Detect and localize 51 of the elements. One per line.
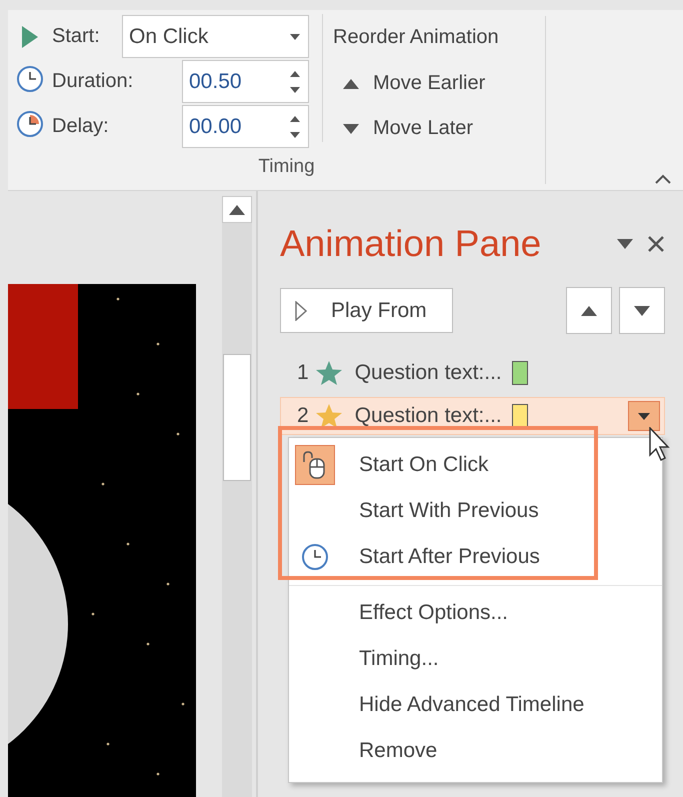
- collapse-ribbon-icon[interactable]: [655, 174, 671, 184]
- play-from-button[interactable]: Play From: [280, 288, 453, 333]
- item-number: 2: [297, 404, 309, 428]
- timeline-bar: [512, 361, 528, 385]
- animation-item[interactable]: 1 Question text:...: [280, 354, 665, 392]
- menu-item[interactable]: Hide Advanced Timeline: [289, 682, 662, 728]
- menu-item[interactable]: Timing...: [289, 636, 662, 682]
- up-triangle-icon: [229, 204, 245, 214]
- menu-item[interactable]: Start With Previous: [289, 488, 662, 534]
- menu-item[interactable]: Remove: [289, 728, 662, 774]
- pane-title: Animation Pane: [280, 223, 542, 265]
- move-later-button[interactable]: Move Later: [333, 106, 499, 151]
- pane-options-icon[interactable]: [617, 239, 633, 249]
- up-triangle-icon: [343, 78, 359, 88]
- start-label: Start:: [52, 25, 101, 48]
- spinner-arrows-icon: [290, 68, 300, 94]
- up-triangle-icon: [581, 306, 597, 316]
- item-label: Question text:...: [354, 404, 502, 428]
- star-icon: [314, 360, 343, 386]
- close-icon[interactable]: [647, 235, 665, 253]
- menu-item[interactable]: Start After Previous: [289, 534, 662, 580]
- clock-icon: [16, 65, 44, 93]
- animation-item[interactable]: 2 Question text:...: [280, 397, 665, 435]
- play-icon: [295, 300, 307, 320]
- group-label: Timing: [257, 156, 316, 178]
- spinner-arrows-icon: [290, 114, 300, 140]
- duration-field[interactable]: 00.50: [182, 60, 309, 103]
- clock-icon: [301, 543, 329, 571]
- delay-clock-icon: [16, 110, 44, 138]
- item-label: Question text:...: [354, 361, 502, 385]
- caret-icon: [290, 34, 300, 40]
- duration-label: Duration:: [52, 70, 134, 93]
- down-triangle-icon: [634, 306, 650, 316]
- caret-icon: [638, 412, 650, 420]
- move-down-button[interactable]: [619, 287, 665, 334]
- scroll-up-button[interactable]: [222, 196, 252, 223]
- move-up-button[interactable]: [566, 287, 612, 334]
- menu-item[interactable]: Effect Options...: [289, 590, 662, 636]
- menu-item[interactable]: Start On Click: [289, 442, 662, 488]
- reorder-animation-label: Reorder Animation: [333, 25, 499, 50]
- move-earlier-button[interactable]: Move Earlier: [333, 61, 499, 106]
- item-dropdown-button[interactable]: [628, 401, 660, 431]
- delay-field[interactable]: 00.00: [182, 105, 309, 148]
- delay-label: Delay:: [52, 115, 110, 138]
- play-icon: [22, 26, 38, 48]
- star-icon: [314, 403, 343, 429]
- item-number: 1: [297, 361, 309, 385]
- down-triangle-icon: [343, 124, 359, 134]
- start-dropdown[interactable]: On Click: [122, 15, 309, 58]
- scrollbar-thumb[interactable]: [223, 354, 251, 481]
- timeline-bar: [512, 404, 528, 428]
